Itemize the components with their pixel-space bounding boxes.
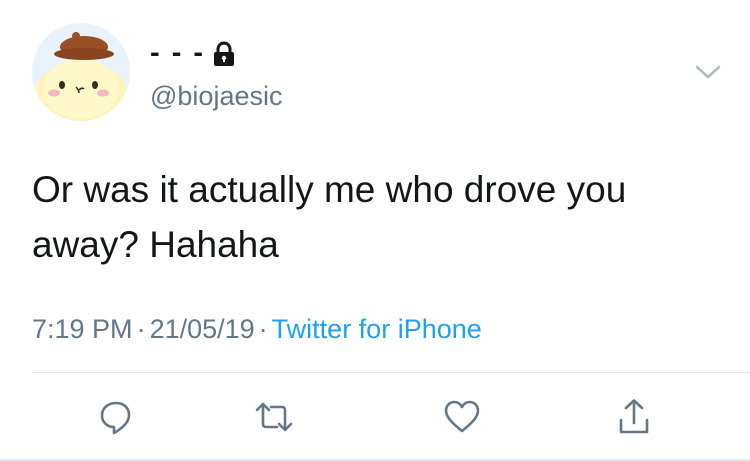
share-button[interactable] bbox=[612, 395, 656, 439]
meta-separator: · bbox=[136, 314, 146, 344]
share-icon bbox=[614, 397, 654, 437]
display-name-text: - - - bbox=[150, 37, 206, 69]
like-button[interactable] bbox=[440, 395, 484, 439]
action-bar bbox=[0, 395, 750, 439]
retweet-button[interactable] bbox=[252, 395, 296, 439]
tweet-source-link[interactable]: Twitter for iPhone bbox=[272, 314, 482, 344]
tweet-meta: 7:19 PM · 21/05/19 · Twitter for iPhone bbox=[32, 312, 482, 346]
meta-separator: · bbox=[258, 314, 268, 344]
tweet-text-line-2: away? Hahaha bbox=[32, 224, 279, 265]
retweet-icon bbox=[252, 397, 296, 437]
tweet-text-line-1: Or was it actually me who drove you bbox=[32, 169, 627, 210]
tweet-time[interactable]: 7:19 PM bbox=[32, 314, 133, 344]
chevron-down-icon[interactable] bbox=[692, 60, 724, 84]
display-name[interactable]: - - - bbox=[150, 36, 235, 70]
reply-button[interactable] bbox=[94, 395, 138, 439]
reply-icon bbox=[96, 397, 136, 437]
heart-icon bbox=[442, 397, 482, 437]
tweet-date[interactable]: 21/05/19 bbox=[150, 314, 255, 344]
tweet-text: Or was it actually me who drove you away… bbox=[32, 162, 712, 272]
avatar[interactable] bbox=[32, 23, 130, 121]
user-handle[interactable]: @biojaesic bbox=[150, 80, 282, 112]
divider bbox=[32, 372, 750, 373]
pompompurin-avatar-image bbox=[32, 23, 130, 121]
lock-icon bbox=[213, 41, 235, 67]
